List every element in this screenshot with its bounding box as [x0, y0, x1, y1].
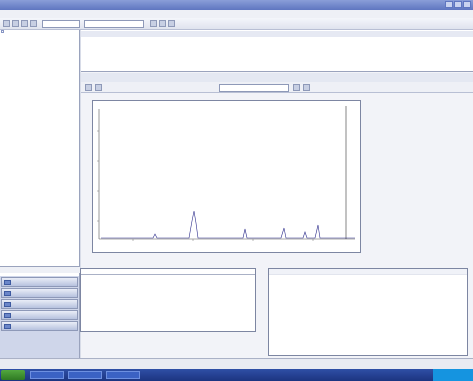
tick-marks: [97, 130, 314, 241]
maximize-button[interactable]: [454, 1, 462, 8]
document-icon: [4, 291, 11, 296]
save-icon[interactable]: [21, 20, 28, 27]
settings-icon[interactable]: [159, 20, 166, 27]
sample-grid: [81, 30, 473, 72]
system-tray: [433, 369, 473, 381]
chromatogram-svg: [97, 106, 355, 241]
taskbar-item[interactable]: [30, 371, 64, 379]
zoom-out-icon[interactable]: [303, 84, 310, 91]
new-icon[interactable]: [3, 20, 10, 27]
start-button[interactable]: [1, 370, 25, 380]
peak-table: [268, 268, 468, 356]
help-icon[interactable]: [168, 20, 175, 27]
navigation-panel: [0, 276, 80, 358]
view-bar: [81, 82, 473, 93]
title-bar: [0, 0, 473, 10]
nav-label: [0, 266, 80, 273]
peak-table-header: [269, 269, 467, 276]
chart-icon: [4, 313, 11, 318]
expand-icon[interactable]: [1, 30, 4, 33]
plot-title: [96, 103, 356, 109]
report-icon: [4, 324, 11, 329]
nav-button[interactable]: [1, 288, 78, 298]
minimize-button[interactable]: [445, 1, 453, 8]
print-icon[interactable]: [30, 20, 37, 27]
refresh-icon[interactable]: [150, 20, 157, 27]
forward-icon[interactable]: [95, 84, 102, 91]
chromatogram-selector[interactable]: [219, 84, 289, 92]
chromatogram-trace: [101, 210, 355, 239]
table-row[interactable]: [81, 38, 473, 44]
tree-root[interactable]: [0, 30, 79, 36]
info-title: [81, 269, 255, 275]
taskbar-item[interactable]: [106, 371, 140, 379]
folder-icon: [4, 280, 11, 285]
nav-button[interactable]: [1, 299, 78, 309]
grid-header-row: [81, 31, 473, 37]
back-icon[interactable]: [85, 84, 92, 91]
gear-icon: [4, 302, 11, 307]
menu-bar: [0, 10, 473, 18]
toolbar-combo-1[interactable]: [42, 20, 80, 28]
sample-tree: [0, 30, 80, 276]
nav-button[interactable]: [1, 321, 78, 331]
nav-button[interactable]: [1, 310, 78, 320]
zoom-in-icon[interactable]: [293, 84, 300, 91]
sample-info-box: [80, 268, 256, 332]
open-icon[interactable]: [12, 20, 19, 27]
taskbar-item[interactable]: [68, 371, 102, 379]
taskbar: [0, 369, 473, 381]
toolbar-combo-2[interactable]: [84, 20, 144, 28]
nav-button[interactable]: [1, 277, 78, 287]
chromatogram-plot[interactable]: [92, 100, 361, 253]
status-bar: [0, 358, 473, 369]
toolbar: [0, 18, 473, 30]
close-button[interactable]: [463, 1, 471, 8]
tab-strip: [81, 73, 473, 82]
